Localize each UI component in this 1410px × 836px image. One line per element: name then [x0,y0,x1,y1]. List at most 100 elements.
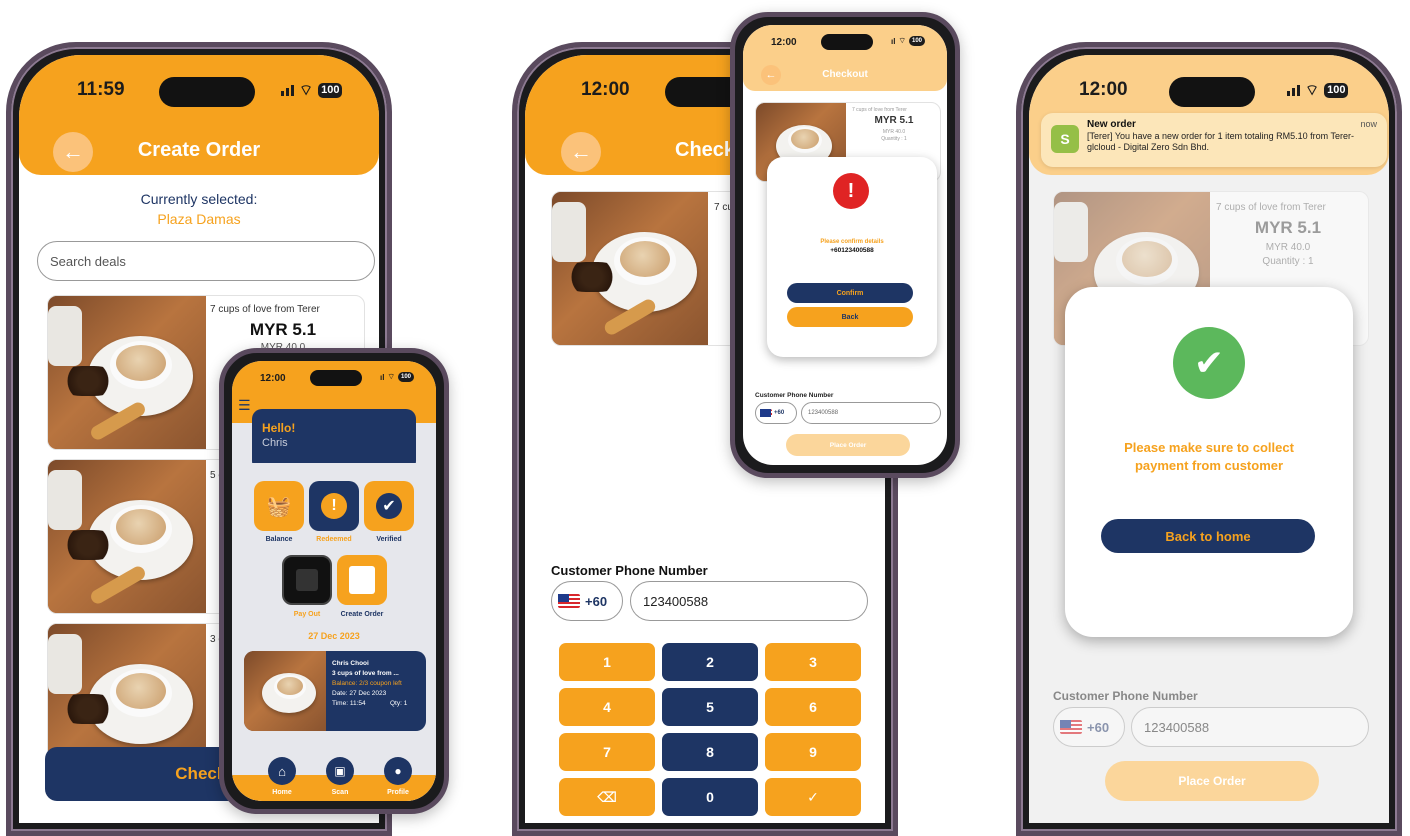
create-order-tile[interactable] [337,555,387,605]
status-time: 12:00 [771,37,797,48]
notification-title: New order [1087,119,1136,130]
phone-input[interactable]: 123400588 [630,581,868,621]
shopping-bag-icon [349,566,375,594]
phone-input[interactable]: 123400588 [1131,707,1369,747]
country-code: +60 [774,410,785,416]
back-dialog-button[interactable]: Back [787,307,913,327]
keypad-key[interactable]: 6 [765,688,861,726]
country-code-selector[interactable]: +60 [1053,707,1125,747]
country-code-selector[interactable]: +60 [551,581,623,621]
battery-icon: 100 [1324,83,1349,98]
nav-label-home: Home [272,789,292,796]
keypad-key[interactable]: 3 [765,643,861,681]
greeting: Hello! [262,421,296,435]
phone-value: 123400588 [643,593,709,609]
page-title: Create Order [137,139,261,161]
selected-label: Currently selected: [140,191,258,207]
coffee-image [48,460,206,613]
wifi-icon: ⌔ [299,82,314,99]
battery-icon: 100 [908,36,925,46]
payout-tile[interactable] [282,555,332,605]
keypad-key[interactable]: 1 [559,643,655,681]
country-code: +60 [1087,719,1110,735]
battery-icon: 100 [318,83,343,98]
wallet-icon [296,569,318,591]
coffee-image [552,192,708,345]
phone-success: 12:00 ⌔ 100 S New order now [Terer] You … [1016,42,1402,836]
status-icons: ⌔ 100 [1287,81,1349,100]
recent-date: Date: 27 Dec 2023 [332,690,387,697]
scan-icon: ▣ [334,764,346,778]
success-message: Please make sure to collect payment from… [1124,440,1294,473]
back-button[interactable]: ← [53,132,93,172]
keypad-key[interactable]: 9 [765,733,861,771]
tile-label-verified: Verified [376,536,402,543]
dynamic-island [310,370,362,386]
signal-icon [281,85,294,96]
signal-icon [1287,85,1300,96]
notification-time: now [1360,119,1377,129]
verified-tile[interactable]: ✔ [364,481,414,531]
keypad-key[interactable]: 8 [662,733,758,771]
greeting-card: Hello! Chris [252,409,416,471]
back-button[interactable]: ← [561,132,601,172]
check-icon: ✔ [376,493,402,519]
keypad-key[interactable]: 5 [662,688,758,726]
menu-icon[interactable]: ☰ [238,397,251,414]
phone-label: Customer Phone Number [1053,689,1198,703]
phone-input[interactable]: 123400588 [801,402,941,424]
keypad-key[interactable]: 0 [662,778,758,816]
deal-price: MYR 5.1 [249,320,317,339]
status-time: 11:59 [77,79,125,100]
nav-label-scan: Scan [331,789,349,796]
signal-icon: ıl [891,36,896,46]
search-input[interactable]: Search deals [37,241,375,281]
recent-name: Chris Chooi [332,660,369,667]
signal-icon: ıl [380,372,385,382]
notification-body: [Terer] You have a new order for 1 item … [1087,131,1354,152]
back-to-home-button[interactable]: Back to home [1101,519,1315,553]
tile-label-balance: Balance [265,536,293,543]
status-icons: ⌔ 100 [281,81,343,100]
back-button-label: Back [841,313,859,321]
alert-icon: ! [833,173,869,209]
selected-location[interactable]: Plaza Damas [19,211,379,227]
phone-confirm: 12:00 ıl ⌔ 100 ← Checkout 7 cups of love… [730,12,960,478]
notification-banner[interactable]: S New order now [Terer] You have a new o… [1041,113,1387,167]
recent-deal: 3 cups of love from ... [332,670,399,677]
confirm-number: +60123400588 [830,247,874,254]
nav-label-profile: Profile [387,789,409,796]
balance-tile[interactable]: 🧺 [254,481,304,531]
deal-price: MYR 5.1 [874,115,914,126]
back-to-home-label: Back to home [1165,528,1251,544]
keypad-key[interactable]: ✓ [765,778,861,816]
confirm-button-label: Confirm [836,289,864,297]
dynamic-island [1169,77,1255,107]
recent-order-card[interactable]: Chris Chooi 3 cups of love from ... Bala… [244,651,426,731]
confirm-button[interactable]: Confirm [787,283,913,303]
phone-value: 123400588 [1144,719,1210,735]
coffee-image [48,296,206,449]
profile-nav-button[interactable]: ● [384,757,412,785]
keypad-key[interactable]: 2 [662,643,758,681]
keypad-key[interactable]: 7 [559,733,655,771]
home-nav-button[interactable]: ⌂ [268,757,296,785]
redeemed-tile[interactable]: ! [309,481,359,531]
tile-label-create-order: Create Order [340,611,384,618]
keypad-key[interactable]: ⌫ [559,778,655,816]
country-code-selector[interactable]: +60 [755,402,797,424]
scan-nav-button[interactable]: ▣ [326,757,354,785]
recent-balance: Balance: 2/3 coupon left [332,680,402,687]
malaysia-flag-icon [1060,720,1082,734]
keypad-key[interactable]: 4 [559,688,655,726]
place-order-label: Place Order [829,441,867,449]
alert-icon: ! [321,493,347,519]
deal-name: 7 cups of love from Terer [852,107,907,113]
phone-home: 12:00 ıl ⌔ 100 ☰ Hello! Chris 🧺 ! ✔ Bala… [219,348,449,814]
place-order-button[interactable]: Place Order [1105,761,1319,801]
malaysia-flag-icon [760,409,772,417]
success-dialog: ✔ Please make sure to collect payment fr… [1065,287,1353,637]
dynamic-island [821,34,873,50]
confirm-dialog: ! Please confirm details +60123400588 Co… [767,157,937,357]
place-order-button[interactable]: Place Order [786,434,910,456]
